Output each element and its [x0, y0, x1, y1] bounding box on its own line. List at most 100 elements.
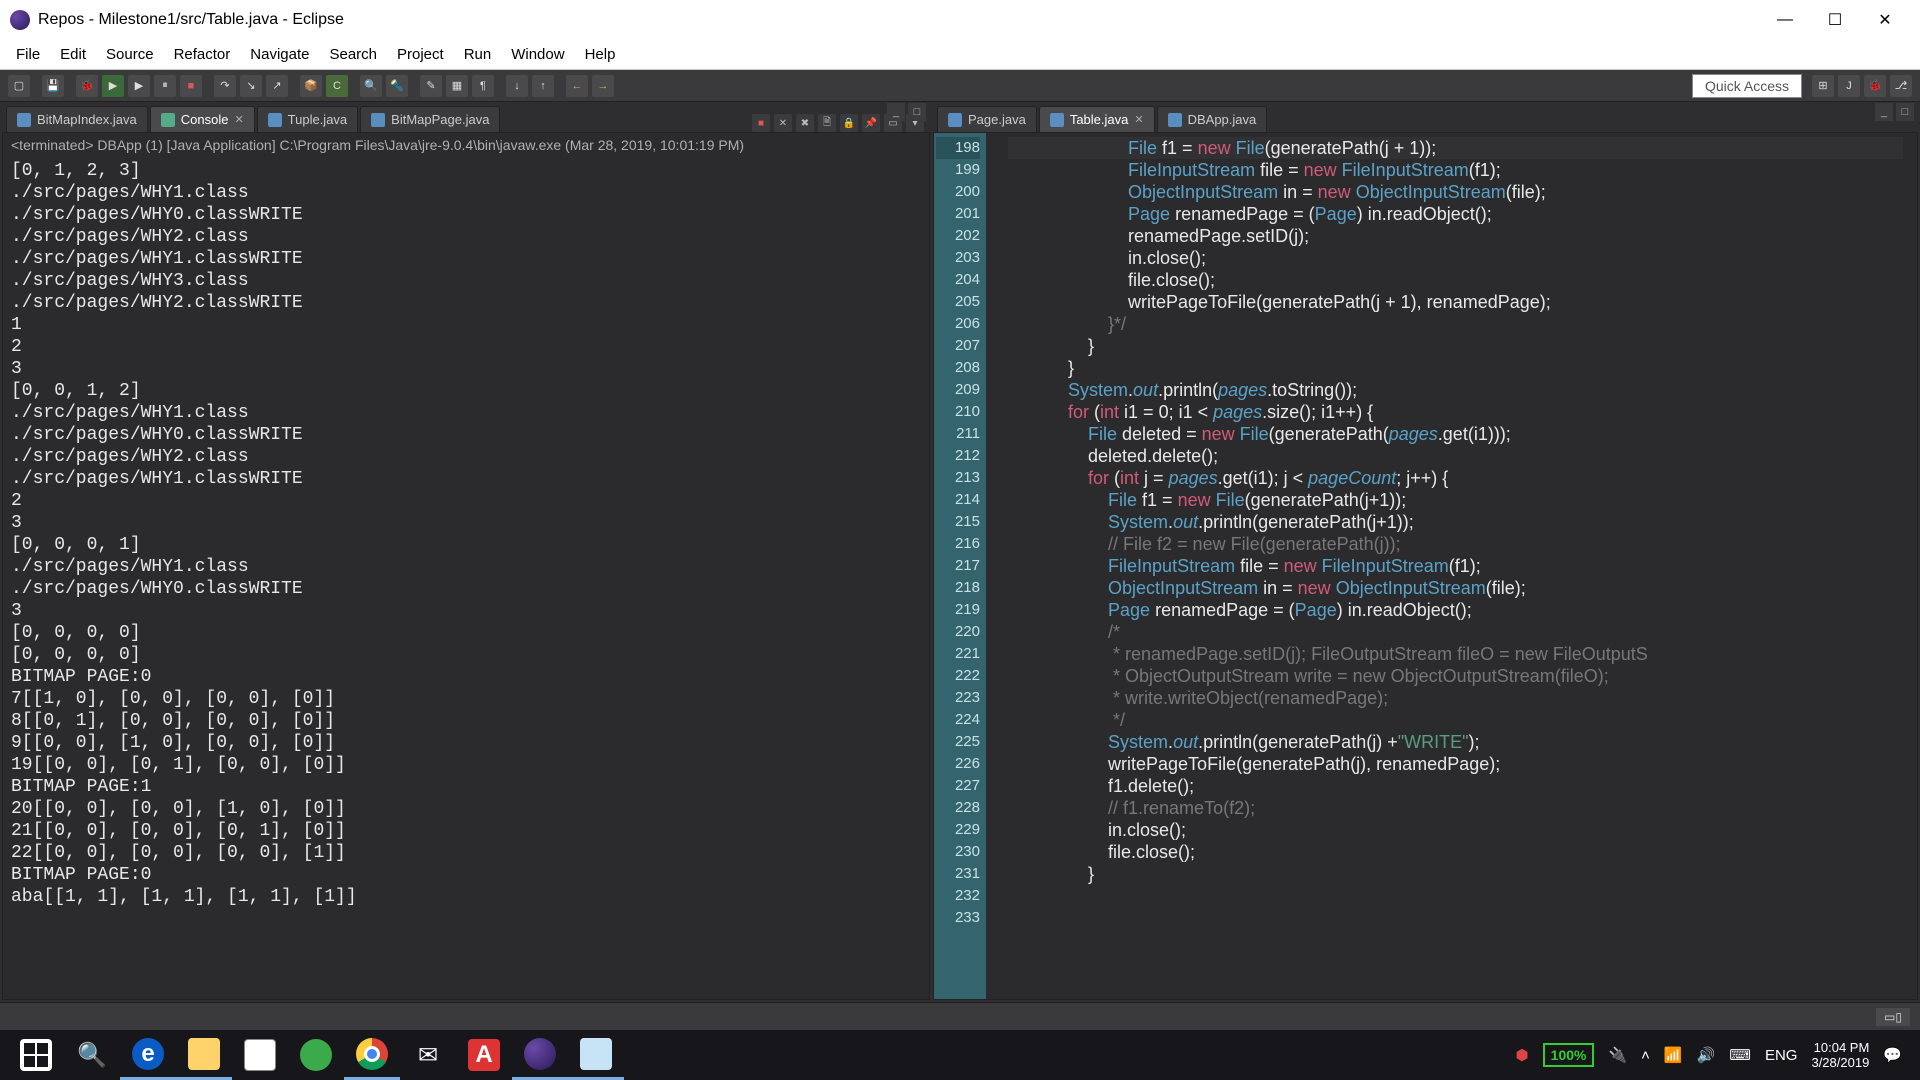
remove-launch-button[interactable]: ✕ [774, 114, 792, 132]
mail-icon[interactable]: ✉ [400, 1030, 456, 1080]
edge-icon[interactable]: e [120, 1030, 176, 1080]
tab-page-java[interactable]: Page.java [937, 106, 1037, 132]
menu-file[interactable]: File [6, 42, 50, 67]
tab-bitmappage-java[interactable]: BitMapPage.java [360, 106, 500, 132]
java-perspective-button[interactable]: J [1838, 75, 1860, 97]
tab-label: BitMapPage.java [391, 112, 489, 127]
status-indicator[interactable]: ▭▯ [1876, 1008, 1910, 1026]
pane-minimize-button[interactable]: _ [887, 103, 905, 121]
show-whitespace-button[interactable]: ¶ [472, 75, 494, 97]
step-into-button[interactable]: ↘ [240, 75, 262, 97]
stop-button[interactable]: ■ [180, 75, 202, 97]
code-area[interactable]: File f1 = new File(generatePath(j + 1));… [1000, 133, 1917, 999]
editor-minimize-button[interactable]: _ [1875, 103, 1893, 121]
git-perspective-button[interactable]: ⎇ [1890, 75, 1912, 97]
search-button[interactable]: 🔦 [386, 75, 408, 97]
line-number-gutter[interactable]: 1981992002012022032042052062072082092102… [934, 133, 986, 999]
volume-icon[interactable]: 🔊 [1697, 1046, 1716, 1064]
system-tray: ⬢ 100% 🔌 ˄ 📶 🔊 ⌨ ENG 10:04 PM 3/28/2019 … [1516, 1040, 1912, 1070]
menu-source[interactable]: Source [96, 42, 164, 67]
tray-up-icon[interactable]: ˄ [1641, 1047, 1650, 1064]
battery-indicator[interactable]: 100% [1543, 1043, 1595, 1067]
minimize-button[interactable]: — [1760, 0, 1810, 40]
console-header: <terminated> DBApp (1) [Java Application… [3, 133, 929, 158]
forward-button[interactable]: → [592, 75, 614, 97]
menubar: FileEditSourceRefactorNavigateSearchProj… [0, 40, 1920, 70]
maximize-button[interactable]: ☐ [1810, 0, 1860, 40]
console-pane: _ □ BitMapIndex.javaConsole✕Tuple.java Bi… [2, 104, 930, 1000]
step-over-button[interactable]: ↷ [214, 75, 236, 97]
store-icon[interactable]: 🛍 [232, 1030, 288, 1080]
console-content[interactable]: <terminated> DBApp (1) [Java Application… [2, 132, 930, 1000]
file-explorer-icon[interactable] [176, 1030, 232, 1080]
menu-project[interactable]: Project [387, 42, 454, 67]
debug-button[interactable]: 🐞 [76, 75, 98, 97]
tab-tuple-java[interactable]: Tuple.java [257, 106, 359, 132]
fold-strip[interactable] [986, 133, 1000, 999]
tab-icon [948, 113, 962, 127]
clear-console-button[interactable]: 🗎 [818, 114, 836, 132]
titlebar: Repos - Milestone1/src/Table.java - Ecli… [0, 0, 1920, 40]
tab-table-java[interactable]: Table.java✕ [1039, 106, 1155, 132]
pin-console-button[interactable]: 📌 [862, 114, 880, 132]
start-button[interactable] [8, 1030, 64, 1080]
app-icon-1[interactable] [288, 1030, 344, 1080]
tab-dbapp-java[interactable]: DBApp.java [1157, 106, 1268, 132]
network-icon[interactable]: 📶 [1664, 1046, 1683, 1064]
tab-console[interactable]: Console✕ [150, 106, 255, 132]
coverage-button[interactable]: ▶ [128, 75, 150, 97]
terminate-button[interactable]: ■ [752, 114, 770, 132]
debug-perspective-button[interactable]: 🐞 [1864, 75, 1886, 97]
input-icon[interactable]: ⌨ [1729, 1046, 1751, 1064]
eclipse-taskbar-icon[interactable] [512, 1030, 568, 1080]
console-output[interactable]: [0, 1, 2, 3] ./src/pages/WHY1.class ./sr… [3, 158, 929, 910]
acrobat-icon[interactable]: A [456, 1030, 512, 1080]
clock[interactable]: 10:04 PM 3/28/2019 [1811, 1040, 1869, 1070]
workspace: _ □ BitMapIndex.javaConsole✕Tuple.java Bi… [0, 102, 1920, 1002]
menu-navigate[interactable]: Navigate [240, 42, 319, 67]
tray-icon-1[interactable]: ⬢ [1516, 1046, 1529, 1064]
power-icon[interactable]: 🔌 [1608, 1046, 1627, 1064]
language-indicator[interactable]: ENG [1765, 1047, 1798, 1064]
back-button[interactable]: ← [566, 75, 588, 97]
tab-icon [1050, 113, 1064, 127]
open-type-button[interactable]: 🔍 [360, 75, 382, 97]
pane-maximize-button[interactable]: □ [908, 103, 926, 121]
new-button[interactable]: ▢ [8, 75, 30, 97]
open-perspective-button[interactable]: ⊞ [1812, 75, 1834, 97]
quick-access-input[interactable]: Quick Access [1692, 74, 1802, 98]
close-button[interactable]: ✕ [1860, 0, 1910, 40]
save-button[interactable]: 💾 [42, 75, 64, 97]
run-button[interactable]: ▶ [102, 75, 124, 97]
chrome-icon[interactable] [344, 1030, 400, 1080]
search-button-taskbar[interactable]: 🔍 [64, 1030, 120, 1080]
menu-search[interactable]: Search [319, 42, 387, 67]
toggle-mark-button[interactable]: ✎ [420, 75, 442, 97]
menu-edit[interactable]: Edit [50, 42, 96, 67]
main-toolbar: ▢ 💾 🐞 ▶ ▶ ⏸ ■ ↷ ↘ ↗ 📦 C 🔍 🔦 ✎ ▦ ¶ ↓ ↑ ← … [0, 70, 1920, 102]
resume-button[interactable]: ⏸ [154, 75, 176, 97]
menu-help[interactable]: Help [575, 42, 626, 67]
tab-bitmapindex-java[interactable]: BitMapIndex.java [6, 106, 148, 132]
scroll-lock-button[interactable]: 🔒 [840, 114, 858, 132]
close-icon[interactable]: ✕ [234, 113, 243, 126]
close-icon[interactable]: ✕ [1134, 113, 1143, 126]
new-class-button[interactable]: C [326, 75, 348, 97]
menu-run[interactable]: Run [454, 42, 502, 67]
remove-all-button[interactable]: ✖ [796, 114, 814, 132]
next-annotation-button[interactable]: ↓ [506, 75, 528, 97]
prev-annotation-button[interactable]: ↑ [532, 75, 554, 97]
overview-ruler[interactable] [1903, 133, 1917, 999]
menu-window[interactable]: Window [501, 42, 574, 67]
menu-refactor[interactable]: Refactor [164, 42, 241, 67]
tab-label: DBApp.java [1188, 112, 1257, 127]
tab-icon [1168, 113, 1182, 127]
editor-maximize-button[interactable]: □ [1896, 103, 1914, 121]
step-return-button[interactable]: ↗ [266, 75, 288, 97]
new-package-button[interactable]: 📦 [300, 75, 322, 97]
toggle-block-button[interactable]: ▦ [446, 75, 468, 97]
notepad-icon[interactable] [568, 1030, 624, 1080]
statusbar: ▭▯ [0, 1002, 1920, 1030]
notifications-icon[interactable]: 💬 [1883, 1046, 1902, 1064]
editor-pane: _ □ Page.javaTable.java✕ DBApp.java 19819… [933, 104, 1918, 1000]
